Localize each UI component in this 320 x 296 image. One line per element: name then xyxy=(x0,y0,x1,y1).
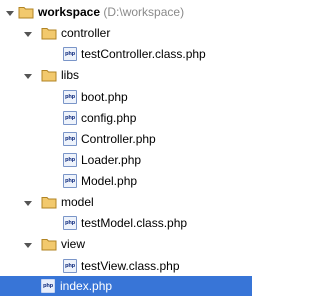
php-file-icon: php xyxy=(63,153,79,167)
tree-file[interactable]: php testModel.class.php xyxy=(0,213,252,233)
folder-label: model xyxy=(61,195,94,209)
tree-folder-model[interactable]: model xyxy=(0,192,252,212)
php-file-icon: php xyxy=(63,259,79,273)
tree-file[interactable]: php Controller.php xyxy=(0,129,252,149)
php-file-icon: php xyxy=(41,279,57,293)
tree-file[interactable]: php boot.php xyxy=(0,87,252,107)
php-file-icon: php xyxy=(63,132,79,146)
project-title: workspace (D:\workspace) xyxy=(38,4,184,20)
php-file-icon: php xyxy=(63,216,79,230)
chevron-down-icon[interactable] xyxy=(23,29,33,39)
file-label: Loader.php xyxy=(81,153,142,167)
folder-icon xyxy=(18,5,34,19)
folder-icon xyxy=(41,195,57,209)
tree-folder-view[interactable]: view xyxy=(0,234,252,254)
folder-label: controller xyxy=(61,26,111,40)
chevron-down-icon[interactable] xyxy=(23,71,33,81)
folder-label: view xyxy=(61,237,86,251)
folder-icon xyxy=(41,26,57,40)
tree-file[interactable]: php config.php xyxy=(0,108,252,128)
php-file-icon: php xyxy=(63,111,79,125)
folder-icon xyxy=(41,68,57,82)
project-path: (D:\workspace) xyxy=(103,5,185,19)
file-label: config.php xyxy=(81,111,137,125)
php-file-icon: php xyxy=(63,90,79,104)
chevron-down-icon[interactable] xyxy=(23,240,33,250)
tree-file[interactable]: php testView.class.php xyxy=(0,256,252,276)
chevron-down-icon[interactable] xyxy=(23,198,33,208)
tree-root-workspace[interactable]: workspace (D:\workspace) xyxy=(0,2,252,22)
project-tree[interactable]: workspace (D:\workspace) controller php … xyxy=(0,0,252,296)
file-label: testModel.class.php xyxy=(81,216,188,230)
php-file-icon: php xyxy=(63,47,79,61)
folder-label: libs xyxy=(61,68,80,82)
tree-file[interactable]: php Model.php xyxy=(0,171,252,191)
project-name: workspace xyxy=(38,5,101,19)
tree-file[interactable]: php Loader.php xyxy=(0,150,252,170)
file-label: Controller.php xyxy=(81,132,156,146)
file-label: Model.php xyxy=(81,174,138,188)
folder-icon xyxy=(41,237,57,251)
file-label: boot.php xyxy=(81,90,128,104)
file-label: testView.class.php xyxy=(81,259,180,273)
file-label: testController.class.php xyxy=(81,47,206,61)
chevron-down-icon[interactable] xyxy=(5,8,15,18)
tree-file[interactable]: php testController.class.php xyxy=(0,44,252,64)
file-label: index.php xyxy=(60,279,113,293)
php-file-icon: php xyxy=(63,174,79,188)
tree-file-selected[interactable]: php index.php xyxy=(0,276,252,296)
tree-folder-libs[interactable]: libs xyxy=(0,65,252,85)
tree-folder-controller[interactable]: controller xyxy=(0,23,252,43)
